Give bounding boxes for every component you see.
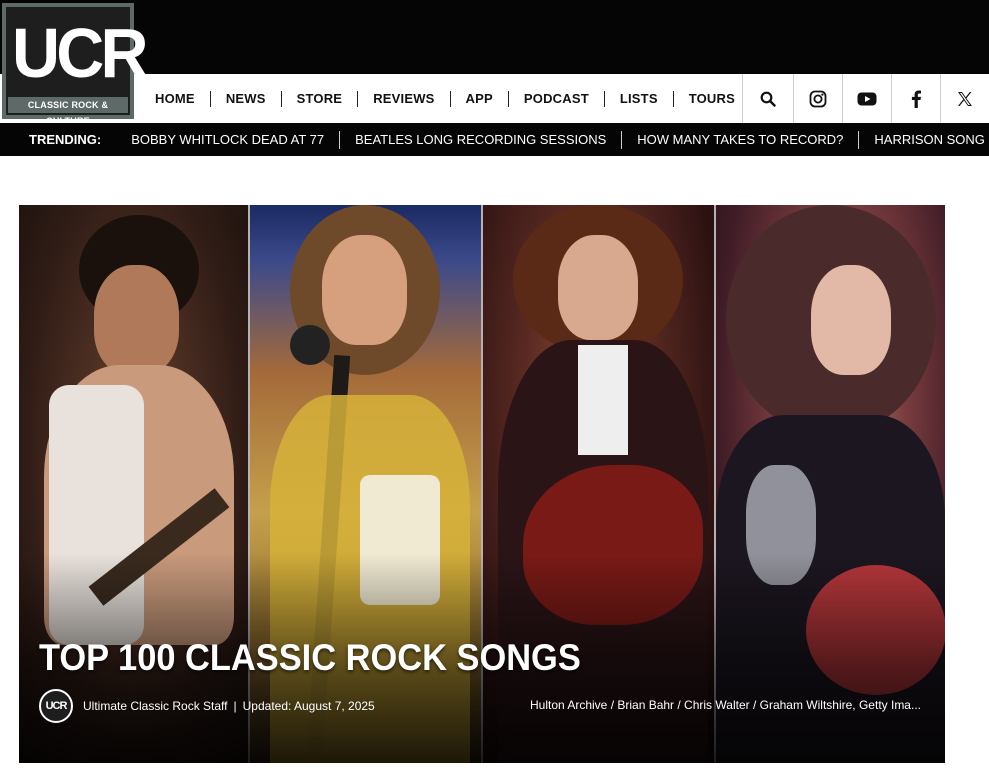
trending-item[interactable]: BOBBY WHITLOCK DEAD AT 77 [131, 132, 324, 147]
nav-lists[interactable]: LISTS [620, 91, 658, 106]
byline-separator: | [233, 699, 237, 713]
hero-title[interactable]: TOP 100 CLASSIC ROCK SONGS [39, 637, 581, 679]
nav-divider [280, 90, 282, 107]
photo-credits: Hulton Archive / Brian Bahr / Chris Walt… [529, 698, 921, 712]
nav-divider [209, 90, 211, 107]
nav-divider [357, 90, 359, 107]
trending-item[interactable]: HARRISON SONG OPENS 'WEAPONS' [874, 132, 989, 147]
search-button[interactable] [742, 74, 793, 123]
nav-store[interactable]: STORE [297, 91, 343, 106]
nav-divider [507, 90, 509, 107]
trending-bar: TRENDING: BOBBY WHITLOCK DEAD AT 77 BEAT… [0, 123, 989, 156]
nav-tours[interactable]: TOURS [689, 91, 735, 106]
search-icon [760, 91, 776, 107]
top-banner [0, 0, 989, 74]
author-name[interactable]: Ultimate Classic Rock Staff [83, 699, 228, 713]
nav-divider [449, 90, 451, 107]
trending-divider [339, 130, 341, 149]
trending-label: TRENDING: [29, 132, 102, 147]
x-button[interactable] [940, 74, 989, 123]
trending-divider [858, 130, 860, 149]
logo-letters: UCR [12, 14, 148, 92]
facebook-icon [910, 90, 922, 108]
x-icon [957, 91, 973, 107]
site-logo[interactable]: UCR CLASSIC ROCK & CULTURE [2, 3, 148, 126]
nav-divider [672, 90, 674, 107]
main-nav: HOME NEWS STORE REVIEWS APP PODCAST LIST… [139, 74, 989, 124]
nav-news[interactable]: NEWS [226, 91, 266, 106]
social-icons [742, 74, 989, 123]
nav-app[interactable]: APP [466, 91, 493, 106]
facebook-button[interactable] [891, 74, 940, 123]
trending-item[interactable]: BEATLES LONG RECORDING SESSIONS [355, 132, 606, 147]
logo-tagline: CLASSIC ROCK & CULTURE [8, 97, 128, 126]
youtube-icon [857, 92, 877, 106]
instagram-icon [809, 90, 827, 108]
updated-date: Updated: August 7, 2025 [242, 699, 375, 713]
nav-home[interactable]: HOME [155, 91, 195, 106]
trending-item[interactable]: HOW MANY TAKES TO RECORD? [637, 132, 843, 147]
nav-podcast[interactable]: PODCAST [524, 91, 589, 106]
article-byline: UCR Ultimate Classic Rock Staff | Update… [39, 689, 375, 723]
youtube-button[interactable] [842, 74, 891, 123]
author-avatar: UCR [39, 689, 73, 723]
instagram-button[interactable] [793, 74, 842, 123]
nav-divider [603, 90, 605, 107]
hero-article[interactable]: TOP 100 CLASSIC ROCK SONGS UCR Ultimate … [19, 205, 945, 763]
nav-reviews[interactable]: REVIEWS [373, 91, 434, 106]
trending-divider [621, 130, 623, 149]
